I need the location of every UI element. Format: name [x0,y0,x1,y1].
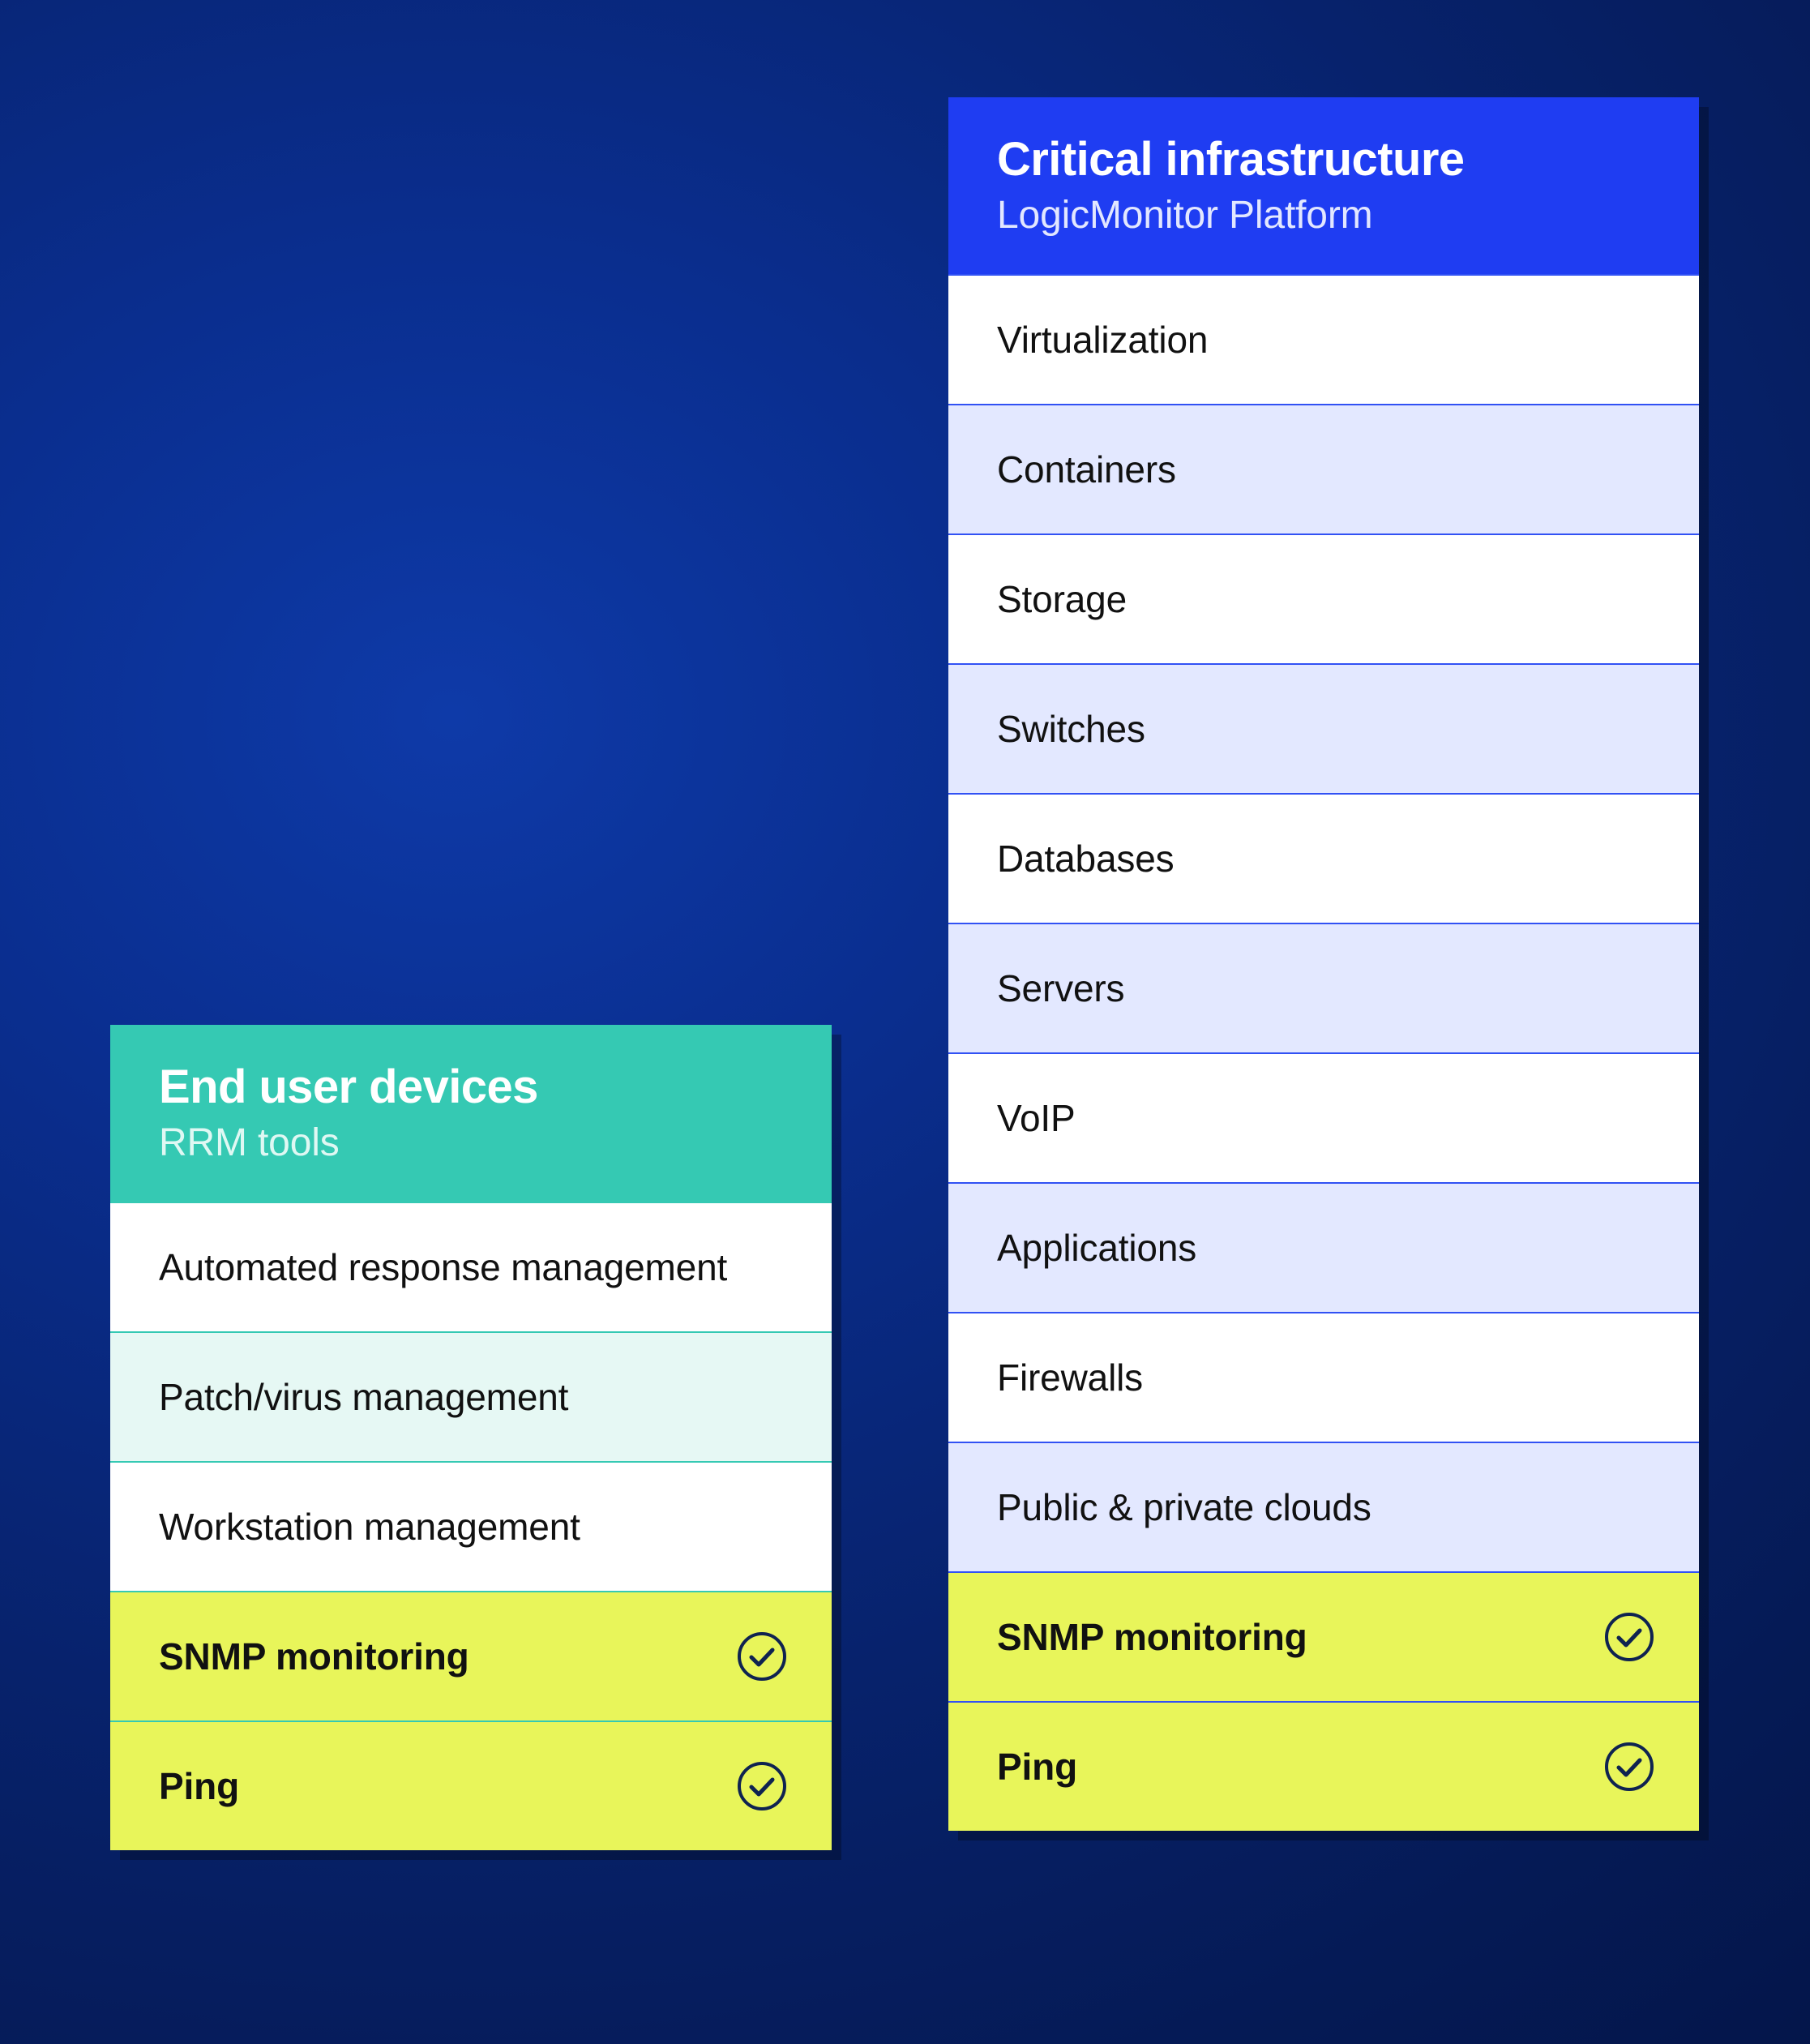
list-item-label: Ping [159,1763,239,1810]
card-subtitle: LogicMonitor Platform [997,192,1650,239]
list-item: Automated response management [110,1202,832,1331]
list-item: Firewalls [948,1312,1699,1442]
list-item-label: Servers [997,966,1124,1013]
list-item: Ping [948,1701,1699,1831]
end-user-devices-card: End user devices RRM tools Automated res… [110,1025,832,1850]
list-item: Applications [948,1182,1699,1312]
list-item: Servers [948,923,1699,1052]
list-item: Workstation management [110,1461,832,1591]
list-item: Public & private clouds [948,1442,1699,1571]
list-item: Storage [948,533,1699,663]
check-circle-icon [1603,1741,1655,1793]
list-item-label: Workstation management [159,1504,580,1551]
list-item: VoIP [948,1052,1699,1182]
list-item-label: Databases [997,836,1174,883]
list-item-label: VoIP [997,1095,1076,1142]
check-circle-icon [736,1760,788,1812]
list-item: Containers [948,404,1699,533]
list-item-label: Ping [997,1744,1077,1791]
list-item: Switches [948,663,1699,793]
list-item-label: Automated response management [159,1245,727,1292]
list-item-label: Containers [997,447,1176,494]
list-item-label: SNMP monitoring [159,1634,469,1681]
list-item: SNMP monitoring [110,1591,832,1720]
list-item-label: Switches [997,706,1145,753]
card-title: End user devices [159,1061,783,1115]
check-circle-icon [736,1630,788,1682]
list-item: Virtualization [948,274,1699,404]
list-item-label: Public & private clouds [997,1485,1371,1532]
card-title: Critical infrastructure [997,133,1650,187]
critical-infrastructure-card: Critical infrastructure LogicMonitor Pla… [948,97,1699,1831]
list-item-label: Patch/virus management [159,1374,568,1421]
card-subtitle: RRM tools [159,1120,783,1167]
card-header: End user devices RRM tools [110,1025,832,1202]
list-item-label: SNMP monitoring [997,1614,1307,1661]
list-item-label: Firewalls [997,1355,1143,1402]
list-item-label: Applications [997,1225,1196,1272]
list-item-label: Virtualization [997,317,1208,364]
list-item: Ping [110,1720,832,1850]
list-item-label: Storage [997,576,1127,623]
check-circle-icon [1603,1611,1655,1663]
list-item: Databases [948,793,1699,923]
list-item: Patch/virus management [110,1331,832,1461]
list-item: SNMP monitoring [948,1571,1699,1701]
card-header: Critical infrastructure LogicMonitor Pla… [948,97,1699,274]
